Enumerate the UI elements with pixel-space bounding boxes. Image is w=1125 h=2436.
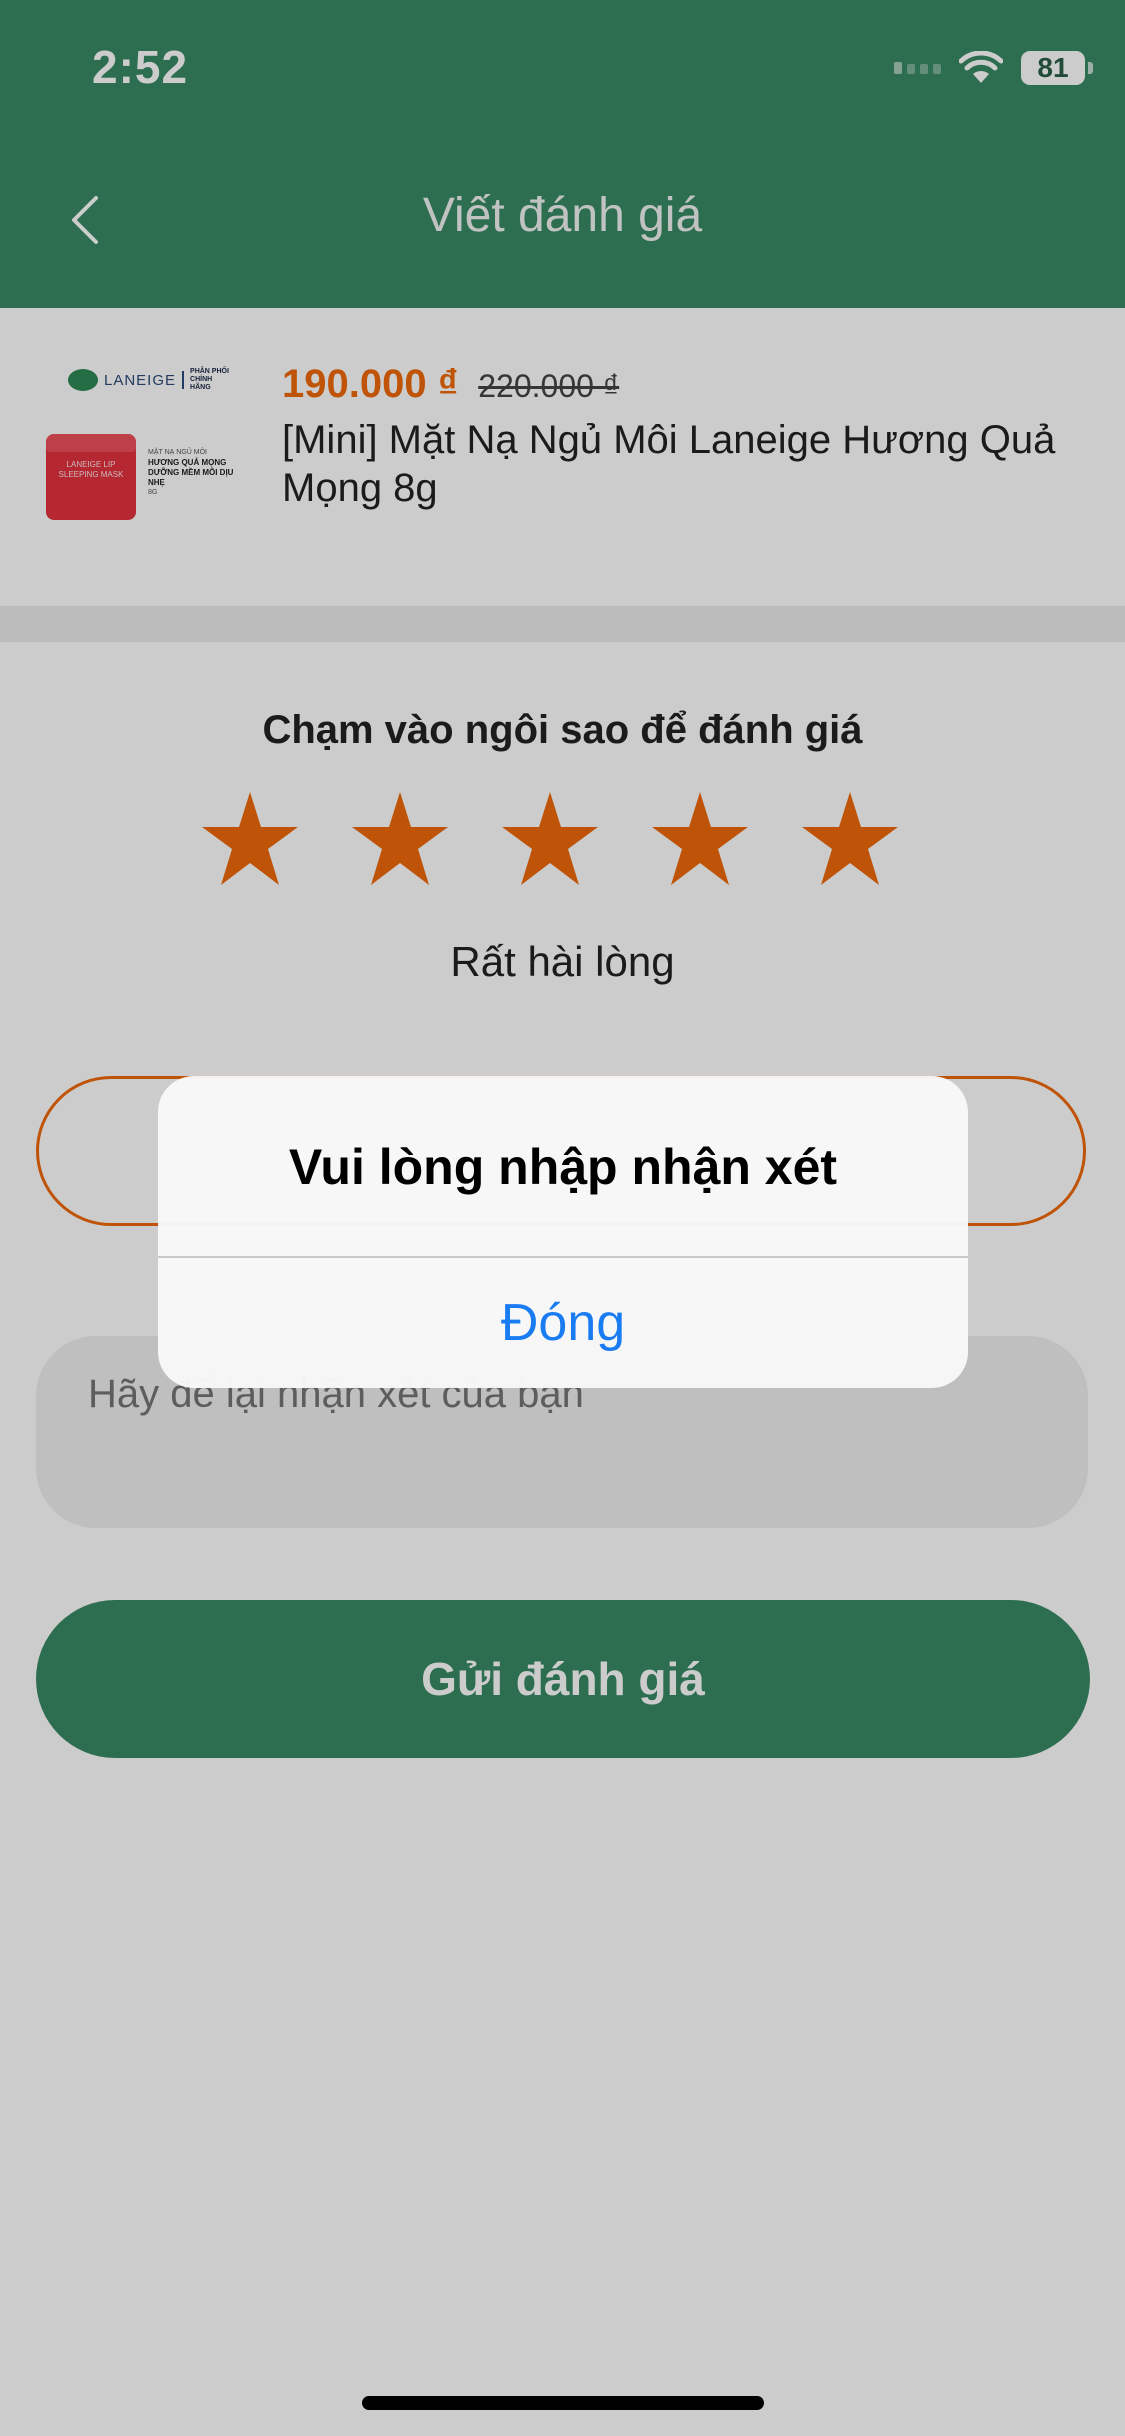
alert-dialog: Vui lòng nhập nhận xét Đóng: [158, 1076, 968, 1388]
write-review-screen: 2:52 81 Viết đánh giá LANEIGE PHÂN PHỐI …: [0, 0, 1125, 2436]
alert-close-label: Đóng: [500, 1294, 626, 1352]
alert-close-button[interactable]: Đóng: [158, 1258, 968, 1388]
alert-title: Vui lòng nhập nhận xét: [288, 1139, 838, 1195]
